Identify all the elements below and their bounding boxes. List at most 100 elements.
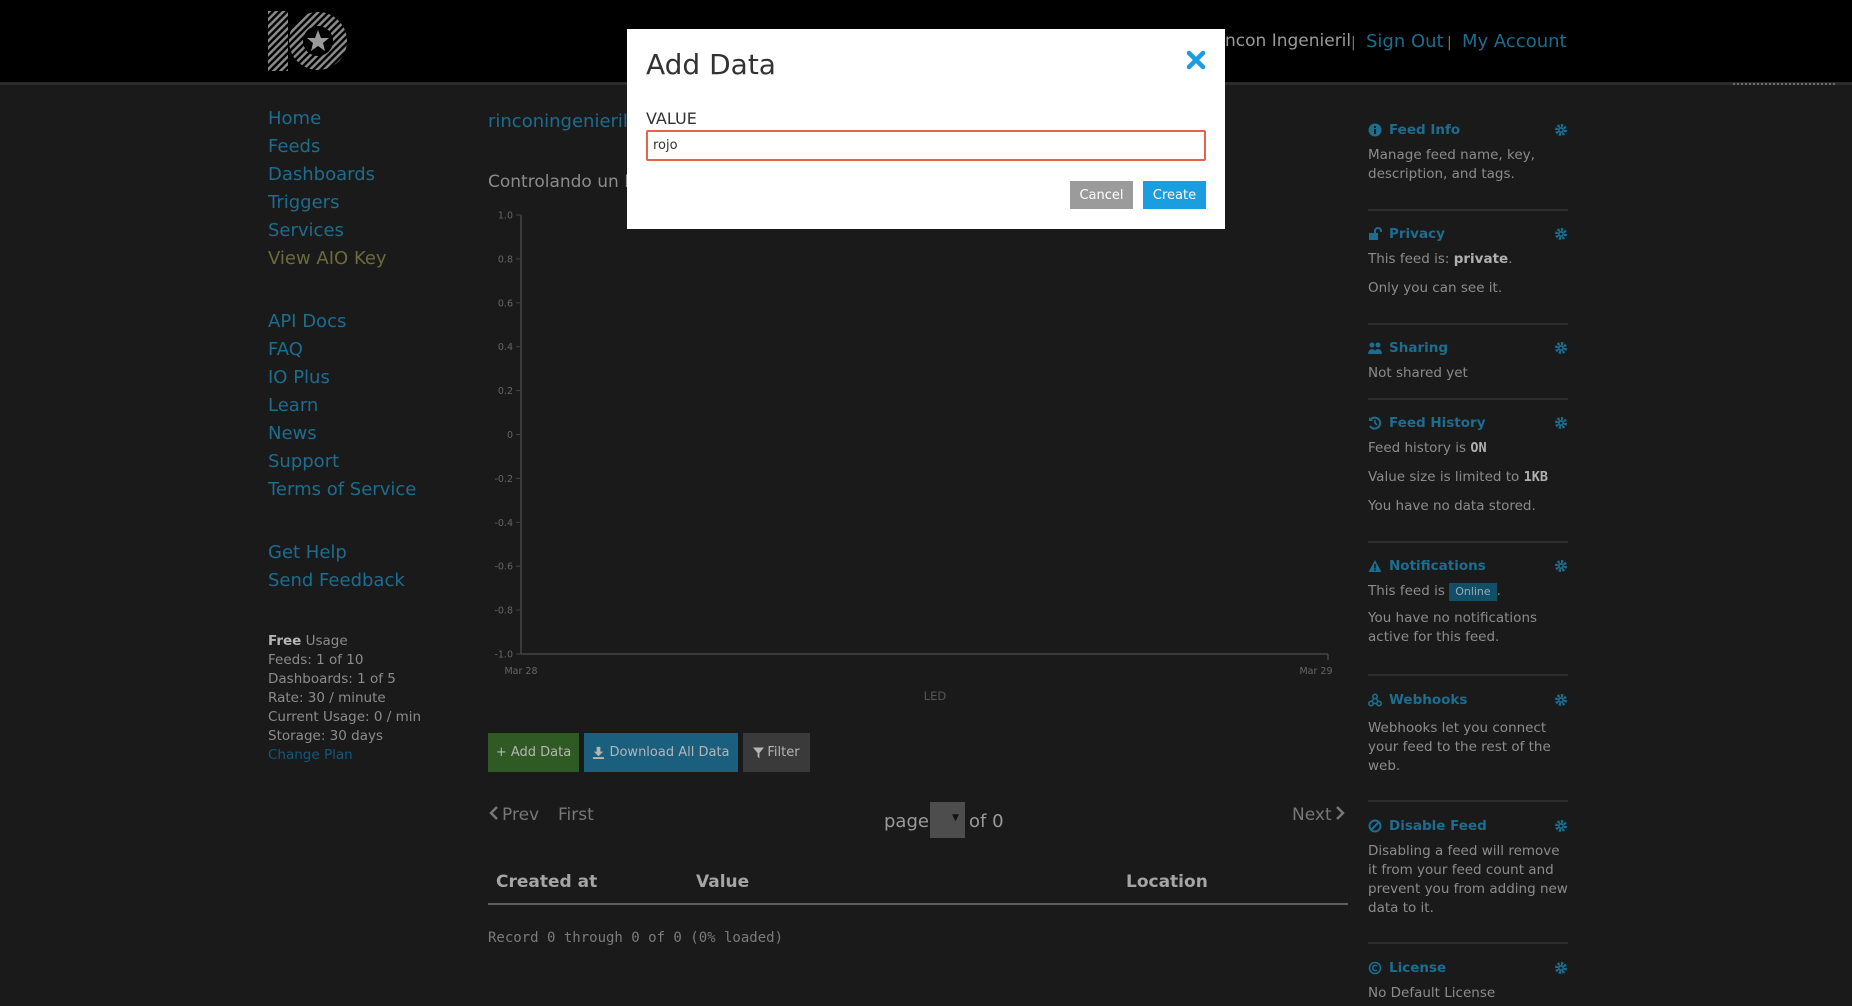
webhooks-section: Webhooks Webhooks let you connect your f… xyxy=(1368,692,1568,776)
info-circle-icon xyxy=(1368,123,1382,137)
feed-history-title[interactable]: Feed History xyxy=(1389,415,1486,431)
nav-get-help[interactable]: Get Help xyxy=(268,542,347,563)
x-tick-label: Mar 29 xyxy=(1299,666,1332,677)
nav-news[interactable]: News xyxy=(268,423,317,444)
y-tick-label: 0.2 xyxy=(498,386,513,397)
nav-home[interactable]: Home xyxy=(268,108,321,129)
first-page-link[interactable]: First xyxy=(558,805,594,825)
unlock-icon xyxy=(1369,227,1382,240)
sidebar-divider xyxy=(1368,323,1568,325)
nav-io-plus[interactable]: IO Plus xyxy=(268,367,330,388)
nav-api-docs[interactable]: API Docs xyxy=(268,311,346,332)
page-select[interactable]: ▼ xyxy=(930,802,965,838)
next-page-link[interactable]: Next xyxy=(1292,805,1345,825)
add-data-modal: Add Data VALUE Cancel Create xyxy=(627,29,1225,229)
download-label: Download All Data xyxy=(609,745,730,760)
sidebar-divider xyxy=(1368,800,1568,802)
sidebar-divider xyxy=(1368,674,1568,676)
disable-feed-title[interactable]: Disable Feed xyxy=(1389,818,1487,834)
y-tick-label: 0.6 xyxy=(498,298,513,309)
y-tick-label: -0.8 xyxy=(494,606,513,617)
nav-dashboards[interactable]: Dashboards xyxy=(268,164,375,185)
usage-rate: Rate: 30 / minute xyxy=(268,690,386,706)
ban-icon xyxy=(1368,819,1382,833)
gear-icon[interactable] xyxy=(1554,819,1568,833)
chart-y-axis: 1.0 0.8 0.6 0.4 0.2 0 -0.2 -0.4 -0.6 -0.8 -1.0 xyxy=(494,211,521,661)
table-header-divider xyxy=(488,903,1348,905)
cancel-button[interactable]: Cancel xyxy=(1070,181,1133,209)
feed-history-section: Feed History Feed history is ON Value si… xyxy=(1368,415,1568,516)
add-data-button[interactable]: + Add Data xyxy=(488,733,579,772)
prev-page-link[interactable]: Prev xyxy=(489,805,539,825)
gear-icon[interactable] xyxy=(1554,227,1568,241)
privacy-title[interactable]: Privacy xyxy=(1389,226,1445,242)
nav-faq[interactable]: FAQ xyxy=(268,339,303,360)
nav-services[interactable]: Services xyxy=(268,220,344,241)
gear-icon[interactable] xyxy=(1554,123,1568,137)
gear-icon[interactable] xyxy=(1554,416,1568,430)
usage-dashboards: Dashboards: 1 of 5 xyxy=(268,671,396,687)
privacy-text-prefix: This feed is: xyxy=(1368,251,1454,267)
value-label: VALUE xyxy=(646,109,697,128)
page-label: page xyxy=(884,811,929,832)
nav-support[interactable]: Support xyxy=(268,451,339,472)
gear-icon[interactable] xyxy=(1554,341,1568,355)
gear-icon[interactable] xyxy=(1554,961,1568,975)
notifications-section: Notifications This feed is Online. You h… xyxy=(1368,558,1568,647)
sidebar-divider xyxy=(1368,942,1568,944)
chart-x-axis: Mar 28 Mar 29 xyxy=(504,666,1332,677)
privacy-status: private xyxy=(1453,251,1509,267)
notifications-text-prefix: This feed is xyxy=(1368,583,1450,599)
usage-storage: Storage: 30 days xyxy=(268,728,383,744)
nav-triggers[interactable]: Triggers xyxy=(268,192,339,213)
value-size-limit: 1KB xyxy=(1523,469,1549,485)
column-location[interactable]: Location xyxy=(1126,872,1208,892)
gear-icon[interactable] xyxy=(1554,693,1568,707)
column-value[interactable]: Value xyxy=(696,872,749,892)
y-tick-label: -0.4 xyxy=(494,518,513,529)
privacy-text-suffix: . xyxy=(1508,251,1513,267)
feed-info-title[interactable]: Feed Info xyxy=(1389,122,1460,138)
sharing-text: Not shared yet xyxy=(1368,365,1468,381)
gear-icon[interactable] xyxy=(1554,559,1568,573)
adafruit-io-logo[interactable] xyxy=(268,11,348,71)
y-tick-label: -1.0 xyxy=(494,650,513,661)
header-dotted-rule xyxy=(1733,83,1837,85)
caret-down-icon: ▼ xyxy=(952,813,959,823)
plan-name: Free xyxy=(268,633,302,649)
download-all-data-button[interactable]: Download All Data xyxy=(584,733,738,772)
create-button[interactable]: Create xyxy=(1143,181,1206,209)
next-label: Next xyxy=(1292,805,1332,825)
filter-button[interactable]: Filter xyxy=(743,733,810,772)
chart-x-label: LED xyxy=(924,689,947,703)
nav-learn[interactable]: Learn xyxy=(268,395,318,416)
feed-breadcrumb[interactable]: rinconingenieril xyxy=(488,111,628,132)
value-input[interactable] xyxy=(646,130,1206,161)
sign-out-link[interactable]: Sign Out xyxy=(1366,31,1444,52)
history-line1-prefix: Feed history is xyxy=(1368,440,1471,456)
sharing-title[interactable]: Sharing xyxy=(1389,340,1448,356)
nav-view-aio-key[interactable]: View AIO Key xyxy=(268,248,387,269)
usage-current: Current Usage: 0 / min xyxy=(268,709,422,725)
nav-feeds[interactable]: Feeds xyxy=(268,136,320,157)
license-title[interactable]: License xyxy=(1389,960,1446,976)
webhooks-title[interactable]: Webhooks xyxy=(1389,692,1467,708)
sharing-section: Sharing Not shared yet xyxy=(1368,340,1568,383)
change-plan-link[interactable]: Change Plan xyxy=(268,746,421,765)
column-created-at[interactable]: Created at xyxy=(496,872,597,892)
notifications-text-suffix: . xyxy=(1496,583,1501,599)
nav-terms-of-service[interactable]: Terms of Service xyxy=(268,479,416,500)
y-tick-label: 0 xyxy=(507,430,513,441)
close-icon[interactable] xyxy=(1183,47,1209,73)
modal-title: Add Data xyxy=(646,48,776,81)
nav-send-feedback[interactable]: Send Feedback xyxy=(268,570,405,591)
webhook-icon xyxy=(1368,693,1382,707)
page-count: of 0 xyxy=(969,811,1004,832)
webhooks-text: Webhooks let you connect your feed to th… xyxy=(1368,720,1551,774)
notifications-title[interactable]: Notifications xyxy=(1389,558,1486,574)
feed-chart: 1.0 0.8 0.6 0.4 0.2 0 -0.2 -0.4 -0.6 -0.8 -1.0 Mar… xyxy=(494,211,1332,704)
history-status: ON xyxy=(1470,440,1487,456)
my-account-link[interactable]: My Account xyxy=(1462,31,1567,52)
privacy-section: Privacy This feed is: private. Only you … xyxy=(1368,226,1568,298)
nav-separator: | xyxy=(1447,35,1452,51)
